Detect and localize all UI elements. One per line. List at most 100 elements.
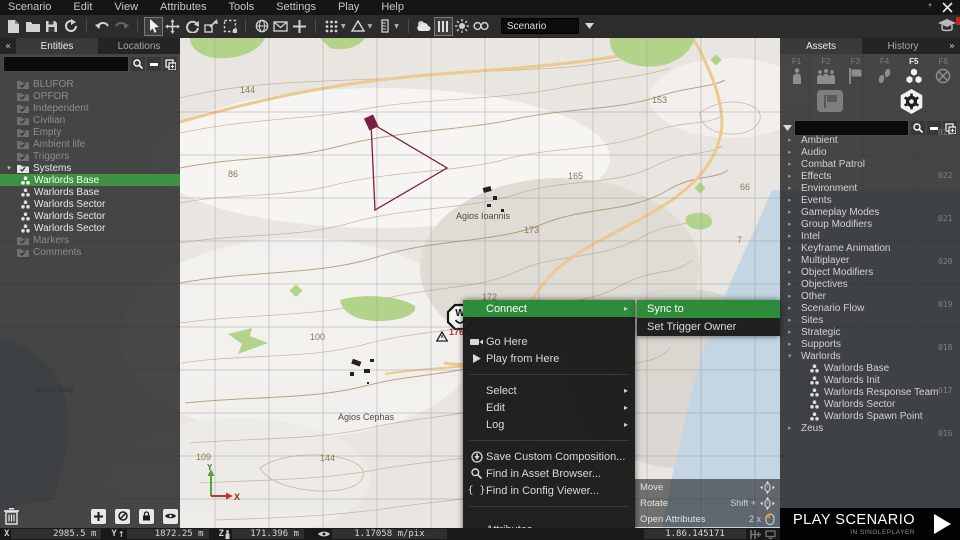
menu-tools[interactable]: Tools xyxy=(218,0,266,15)
vertical-mode-caret-icon[interactable]: ▼ xyxy=(394,23,399,30)
asset-category[interactable]: ▸ Scenario Flow xyxy=(780,302,960,314)
submenu-item-set-trigger-owner[interactable]: Set Trigger Owner xyxy=(637,318,780,336)
asset-category[interactable]: ▸ Multiplayer xyxy=(780,254,960,266)
asset-category[interactable]: ▸ Group Modifiers xyxy=(780,218,960,230)
sidebar-item-opfor[interactable]: OPFOR xyxy=(0,90,180,102)
visibility-layer-icon[interactable] xyxy=(163,508,178,524)
time-of-day-icon[interactable] xyxy=(433,16,453,36)
asset-category[interactable]: ▸ Supports xyxy=(780,338,960,350)
asset-category[interactable]: ▸ Sites xyxy=(780,314,960,326)
sidebar-item-markers[interactable]: Markers xyxy=(0,234,180,246)
tutorials-icon[interactable] xyxy=(938,17,960,33)
undo-icon[interactable] xyxy=(94,18,111,35)
tab-entities[interactable]: Entities xyxy=(16,38,98,54)
sidebar-item-warlords-sector[interactable]: Warlords Sector xyxy=(0,210,180,222)
mode-waypoints[interactable]: F4 xyxy=(870,57,899,84)
surface-snap-caret-icon[interactable]: ▼ xyxy=(368,23,373,30)
asset-category[interactable]: ▸ Events xyxy=(780,194,960,206)
asset-category[interactable]: ▸ Object Modifiers xyxy=(780,266,960,278)
sidebar-item-triggers[interactable]: Triggers xyxy=(0,150,180,162)
menu-help[interactable]: Help xyxy=(370,0,415,15)
submenu-item-sync-to[interactable]: Sync to xyxy=(637,300,780,318)
tab-history[interactable]: History xyxy=(862,38,944,54)
collapse-all-icon[interactable] xyxy=(147,57,161,71)
asset-category-warlords[interactable]: ▾ Warlords xyxy=(780,350,960,362)
toggle-map-icon[interactable] xyxy=(253,18,270,35)
sidebar-item-warlords-sector[interactable]: Warlords Sector xyxy=(0,198,180,210)
lighting-icon[interactable] xyxy=(454,18,471,35)
collapse-right-panel-icon[interactable]: » xyxy=(944,38,960,54)
category-systems-gear-icon[interactable] xyxy=(898,88,925,115)
sidebar-item-warlords-base-selected[interactable]: Warlords Base xyxy=(0,174,180,186)
asset-category[interactable]: ▸ Other xyxy=(780,290,960,302)
asset-category[interactable]: ▸ Objectives xyxy=(780,278,960,290)
rotate-tool-icon[interactable] xyxy=(183,18,200,35)
collapse-left-panel-icon[interactable]: « xyxy=(0,38,16,54)
grid-snap-caret-icon[interactable]: ▼ xyxy=(341,23,346,30)
asset-warlords-sector[interactable]: Warlords Sector xyxy=(780,398,960,410)
menu-scenario[interactable]: Scenario xyxy=(0,0,62,15)
context-item-log[interactable]: Log ▸ xyxy=(463,416,635,433)
category-flag-icon[interactable] xyxy=(816,89,844,113)
sidebar-item-warlords-base[interactable]: Warlords Base xyxy=(0,186,180,198)
filter-caret-icon[interactable] xyxy=(783,125,792,131)
asset-category[interactable]: ▸ Effects xyxy=(780,170,960,182)
open-scenario-icon[interactable] xyxy=(24,18,41,35)
sidebar-item-civilian[interactable]: Civilian xyxy=(0,114,180,126)
close-icon[interactable] xyxy=(940,2,954,14)
menu-view[interactable]: View xyxy=(103,0,149,15)
weather-icon[interactable] xyxy=(416,18,433,35)
save-scenario-icon[interactable] xyxy=(43,18,60,35)
sidebar-item-warlords-sector[interactable]: Warlords Sector xyxy=(0,222,180,234)
asset-category[interactable]: ▸ Strategic xyxy=(780,326,960,338)
messages-icon[interactable] xyxy=(272,18,289,35)
search-icon[interactable] xyxy=(131,57,145,71)
sidebar-item-blufor[interactable]: BLUFOR xyxy=(0,78,180,90)
search-icon[interactable] xyxy=(911,121,925,135)
scenario-phase-selector[interactable]: Scenario xyxy=(500,18,579,34)
asset-category[interactable]: ▸ Environment xyxy=(780,182,960,194)
asset-category[interactable]: ▸ Gameplay Modes xyxy=(780,206,960,218)
sidebar-item-empty[interactable]: Empty xyxy=(0,126,180,138)
expand-arrow-icon[interactable]: ▾ xyxy=(5,164,13,172)
context-item-find-in-asset-browser[interactable]: Find in Asset Browser... xyxy=(463,465,635,482)
lock-layer-icon[interactable] xyxy=(139,508,154,524)
surface-snap-icon[interactable] xyxy=(350,18,367,35)
redo-icon[interactable] xyxy=(113,18,130,35)
menu-attributes[interactable]: Attributes xyxy=(149,0,217,15)
asset-category[interactable]: ▸ Ambient xyxy=(780,134,960,146)
asset-category-zeus[interactable]: ▸ Zeus xyxy=(780,422,960,434)
context-item-save-custom-composition[interactable]: Save Custom Composition... xyxy=(463,448,635,465)
mode-objects[interactable]: F3 xyxy=(841,57,870,84)
asset-warlords-spawn-point[interactable]: Warlords Spawn Point xyxy=(780,410,960,422)
sidebar-item-comments[interactable]: Comments xyxy=(0,246,180,258)
scale-tool-icon[interactable] xyxy=(202,18,219,35)
menu-play[interactable]: Play xyxy=(327,0,370,15)
asset-warlords-base[interactable]: Warlords Base xyxy=(780,362,960,374)
sidebar-item-ambient-life[interactable]: Ambient life xyxy=(0,138,180,150)
context-item-select[interactable]: Select ▸ xyxy=(463,382,635,399)
delete-icon[interactable] xyxy=(4,507,19,525)
vertical-mode-icon[interactable] xyxy=(376,18,393,35)
asset-warlords-response-team[interactable]: Warlords Response Team xyxy=(780,386,960,398)
tab-locations[interactable]: Locations xyxy=(98,38,180,54)
asset-category[interactable]: ▸ Combat Patrol xyxy=(780,158,960,170)
view-settings-icon[interactable] xyxy=(473,18,490,35)
mode-modules[interactable]: F5 xyxy=(899,57,928,84)
expand-all-icon[interactable] xyxy=(163,57,177,71)
export-scenario-icon[interactable] xyxy=(62,18,79,35)
play-scenario-button[interactable]: PLAY SCENARIO IN SINGLEPLAYER xyxy=(780,508,960,540)
block-layer-icon[interactable] xyxy=(115,508,130,524)
select-tool-icon[interactable] xyxy=(144,16,163,36)
waypoint-icon[interactable] xyxy=(291,18,308,35)
translate-tool-icon[interactable] xyxy=(164,18,181,35)
mode-markers[interactable]: F6 xyxy=(928,57,957,84)
new-scenario-icon[interactable] xyxy=(5,18,22,35)
context-item-connect[interactable]: Connect ▸ xyxy=(463,300,635,317)
menu-edit[interactable]: Edit xyxy=(62,0,103,15)
context-item-go-here[interactable]: Go Here xyxy=(463,333,635,350)
mode-groups[interactable]: F2 xyxy=(811,57,840,84)
asset-category[interactable]: ▸ Intel xyxy=(780,230,960,242)
sidebar-item-systems[interactable]: ▾ Systems xyxy=(0,162,180,174)
entities-search-input[interactable] xyxy=(3,56,129,72)
